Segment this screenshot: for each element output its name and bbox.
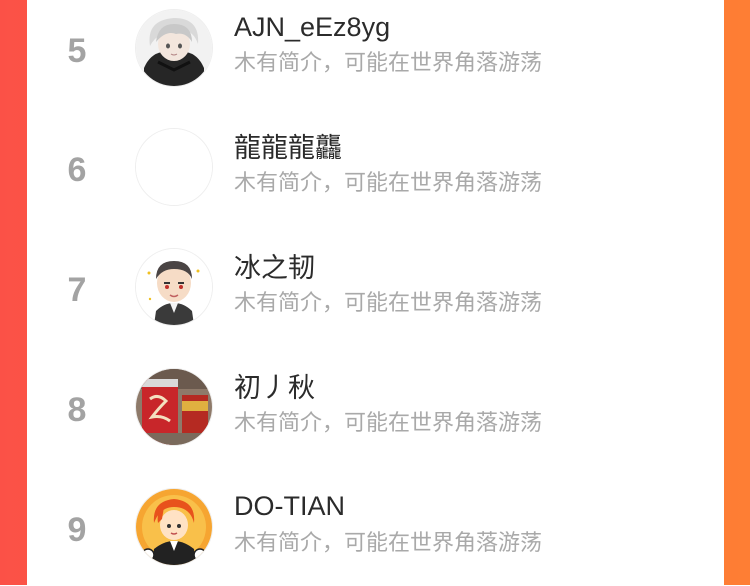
rank-number: 8 xyxy=(67,391,87,429)
cartoon-man-avatar-icon[interactable] xyxy=(135,248,213,326)
user-name[interactable]: 冰之韧 xyxy=(234,252,315,284)
rank-number: 6 xyxy=(67,151,87,189)
user-name[interactable]: 初丿秋 xyxy=(234,372,315,404)
list-item[interactable]: 5 AJN_eEz8yg 木有简介，可能在世界角落游荡 xyxy=(27,0,724,107)
user-bio: 木有简介，可能在世界角落游荡 xyxy=(234,410,543,435)
user-bio: 木有简介，可能在世界角落游荡 xyxy=(234,50,543,75)
user-name[interactable]: 龍龍龍龘 xyxy=(234,132,342,164)
red-can-avatar-icon[interactable] xyxy=(135,368,213,446)
list-item[interactable]: 9 DO-TIAN 木有简介，可能在世界角落游荡 xyxy=(27,466,724,586)
rank-number: 7 xyxy=(67,271,87,309)
user-name[interactable]: DO-TIAN xyxy=(234,490,345,522)
list-item[interactable]: 7 冰之韧 木有简介，可能在世界角落游荡 xyxy=(27,226,724,346)
list-item[interactable]: 6 龍龍龍龘 木有简介，可能在世界角落游荡 xyxy=(27,106,724,226)
user-bio: 木有简介，可能在世界角落游荡 xyxy=(234,290,543,315)
ranking-list: 5 AJN_eEz8yg 木有简介，可能在世界角落游荡 6 龍龍龍龘 木有简介，… xyxy=(27,0,724,585)
user-bio: 木有简介，可能在世界角落游荡 xyxy=(234,170,543,195)
cartoon-orange-hair-avatar-icon[interactable] xyxy=(135,488,213,566)
anime-boy-avatar-icon[interactable] xyxy=(135,9,213,87)
rank-number: 5 xyxy=(67,32,87,70)
rank-number: 9 xyxy=(67,511,87,549)
blank-avatar-icon[interactable] xyxy=(135,128,213,206)
user-name[interactable]: AJN_eEz8yg xyxy=(234,11,390,43)
user-bio: 木有简介，可能在世界角落游荡 xyxy=(234,530,543,555)
list-item[interactable]: 8 初丿秋 木有简介，可能在世界角落游荡 xyxy=(27,346,724,466)
